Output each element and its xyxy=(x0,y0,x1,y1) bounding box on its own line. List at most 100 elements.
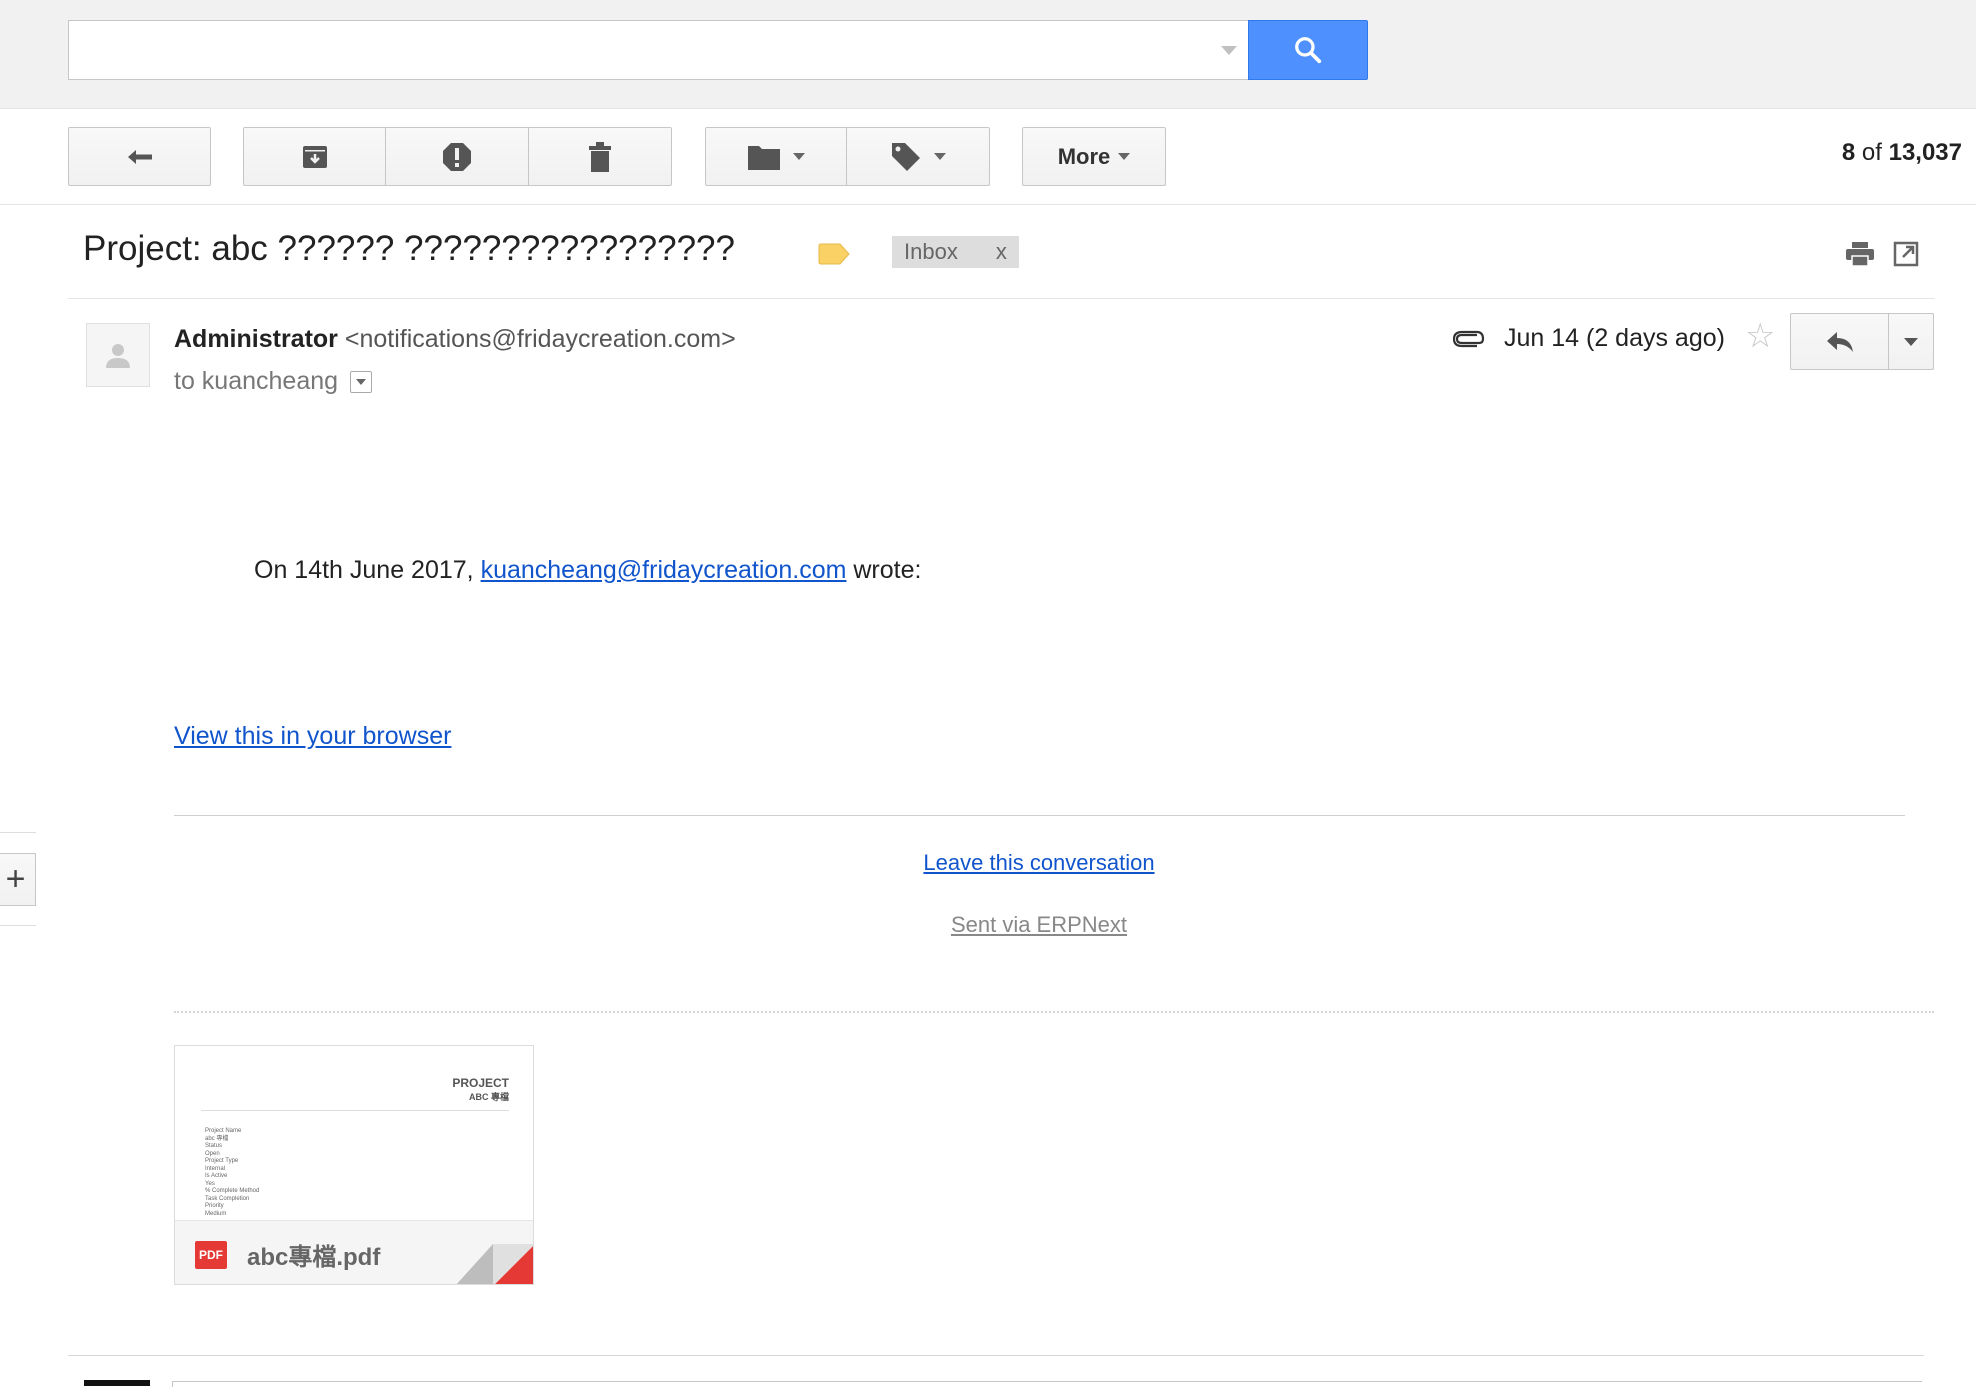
chevron-down-icon xyxy=(934,153,946,160)
preview-line: Medium xyxy=(205,1210,227,1217)
reply-avatar xyxy=(84,1380,150,1386)
reply-box[interactable] xyxy=(172,1381,1922,1387)
attachment-footer: PDF abc專檔.pdf xyxy=(175,1220,533,1284)
preview-title: PROJECT ABC 專檔 xyxy=(452,1076,509,1104)
body-divider xyxy=(174,815,1905,816)
spam-icon xyxy=(442,142,471,171)
reply-button[interactable] xyxy=(1791,314,1889,369)
more-group: More xyxy=(1022,127,1166,186)
message-toolbar: More 8 of 13,037 xyxy=(0,109,1976,205)
print-icon[interactable] xyxy=(1845,241,1875,267)
back-group xyxy=(68,127,211,186)
more-label: More xyxy=(1057,143,1111,169)
chevron-down-icon xyxy=(1904,337,1918,346)
preview-line: Internal xyxy=(205,1165,226,1172)
reply-icon xyxy=(1826,331,1853,352)
sent-via: Sent via ERPNext xyxy=(0,912,1976,938)
quote-attribution: On 14th June 2017, kuancheang@fridaycrea… xyxy=(254,556,921,585)
preview-line: Project Name xyxy=(205,1128,242,1134)
preview-lines: Project Name abc 專檔 Status Open Project … xyxy=(205,1128,259,1218)
organize-group xyxy=(705,127,990,186)
more-button[interactable]: More xyxy=(1023,128,1165,185)
preview-title-2: ABC 專檔 xyxy=(469,1092,509,1102)
search-input[interactable] xyxy=(69,21,1249,79)
search-options-dropdown-icon[interactable] xyxy=(1221,46,1237,55)
label-chip-inbox[interactable]: Inbox x xyxy=(892,236,1019,268)
reply-group xyxy=(1790,313,1934,370)
sidebar-edge-divider xyxy=(0,925,36,926)
attachment-filename: abc專檔.pdf xyxy=(247,1244,381,1271)
remove-label-button[interactable]: x xyxy=(996,239,1007,265)
counter-current: 8 xyxy=(1841,139,1856,166)
preview-line: Project Type xyxy=(205,1158,239,1164)
sent-via-link[interactable]: Sent via ERPNext xyxy=(951,912,1127,937)
quote-prefix: On 14th June 2017, xyxy=(254,556,481,584)
preview-line: abc 專檔 xyxy=(205,1135,229,1142)
preview-line: % Complete Method xyxy=(205,1188,260,1194)
preview-line: Yes xyxy=(205,1180,215,1187)
search-header xyxy=(0,0,1976,109)
preview-line: Status xyxy=(205,1143,223,1149)
report-spam-button[interactable] xyxy=(386,128,529,185)
show-details-button[interactable] xyxy=(350,370,373,393)
preview-line: Is Active xyxy=(205,1173,228,1179)
search-icon xyxy=(1295,37,1322,64)
counter-total: 13,037 xyxy=(1888,139,1962,166)
search-box[interactable] xyxy=(68,20,1249,80)
preview-line: Open xyxy=(205,1150,220,1157)
add-button[interactable]: + xyxy=(0,853,36,906)
view-in-browser: View this in your browser xyxy=(174,722,451,751)
message-counter: 8 of 13,037 xyxy=(1842,139,1962,167)
move-to-button[interactable] xyxy=(706,128,847,185)
sidebar-edge-divider xyxy=(0,832,36,833)
folder-icon xyxy=(748,145,780,170)
recipient-line: to kuancheang xyxy=(174,367,373,396)
chevron-down-icon xyxy=(1118,153,1131,160)
back-arrow-icon xyxy=(127,149,152,164)
label-chip-name: Inbox xyxy=(904,239,958,264)
star-icon[interactable]: ☆ xyxy=(1745,319,1775,353)
preview-line: Priority xyxy=(205,1203,224,1209)
message-date: Jun 14 (2 days ago) xyxy=(1504,324,1725,352)
search-button[interactable] xyxy=(1248,20,1368,80)
quote-suffix: wrote: xyxy=(846,556,922,584)
attachment-clip-icon xyxy=(1453,330,1485,348)
chevron-down-icon xyxy=(793,153,805,160)
quote-email-link[interactable]: kuancheang@fridaycreation.com xyxy=(481,556,847,584)
chevron-down-icon xyxy=(356,378,367,385)
counter-of: of xyxy=(1861,139,1882,166)
labels-button[interactable] xyxy=(847,128,989,185)
preview-title-1: PROJECT xyxy=(452,1076,509,1090)
back-to-inbox-button[interactable] xyxy=(69,128,210,185)
label-icon xyxy=(892,142,920,171)
sender-avatar[interactable] xyxy=(86,323,150,387)
action-group xyxy=(243,127,672,186)
archive-icon xyxy=(302,145,327,168)
sender-name[interactable]: Administrator xyxy=(174,325,338,353)
subject-divider xyxy=(68,298,1935,299)
trash-icon xyxy=(588,141,611,172)
more-actions-button[interactable] xyxy=(1889,314,1933,369)
preview-divider xyxy=(201,1110,509,1111)
pdf-file-icon: PDF xyxy=(195,1241,227,1269)
page-fold-icon xyxy=(456,1244,533,1284)
new-window-icon[interactable] xyxy=(1893,241,1919,267)
importance-marker-icon[interactable] xyxy=(818,243,850,265)
archive-button[interactable] xyxy=(244,128,387,185)
leave-conversation: Leave this conversation xyxy=(0,850,1976,876)
sender-line: Administrator <notifications@fridaycreat… xyxy=(174,325,736,354)
attachment-preview: PROJECT ABC 專檔 Project Name abc 專檔 Statu… xyxy=(175,1046,533,1220)
leave-conversation-link[interactable]: Leave this conversation xyxy=(923,850,1154,875)
attachment-card[interactable]: PROJECT ABC 專檔 Project Name abc 專檔 Statu… xyxy=(174,1045,534,1285)
recipient-text: to kuancheang xyxy=(174,367,339,395)
delete-button[interactable] xyxy=(529,128,671,185)
bottom-divider xyxy=(68,1355,1924,1356)
plus-icon: + xyxy=(5,860,26,898)
person-icon xyxy=(106,344,130,368)
view-in-browser-link[interactable]: View this in your browser xyxy=(174,722,451,750)
preview-line: Task Completion xyxy=(205,1195,250,1202)
thread-subject: Project: abc ?????? ????????????????? xyxy=(83,229,735,268)
attachments-divider xyxy=(174,1011,1934,1013)
subject-row: Project: abc ?????? ????????????????? In… xyxy=(0,205,1976,300)
sender-email: <notifications@fridaycreation.com> xyxy=(344,325,736,353)
